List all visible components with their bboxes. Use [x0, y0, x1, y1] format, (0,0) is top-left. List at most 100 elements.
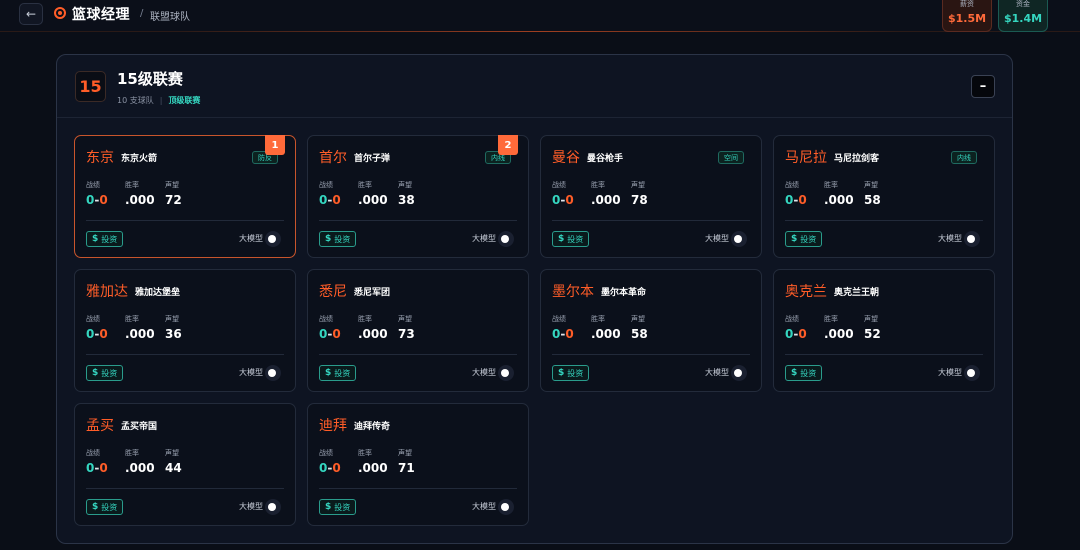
invest-button[interactable]: $ 投资: [319, 231, 357, 247]
team-name: 马尼拉剑客: [834, 154, 880, 164]
invest-button[interactable]: $ 投资: [552, 231, 590, 247]
reputation-label: 声望: [398, 181, 412, 189]
model-toggle[interactable]: [265, 499, 281, 515]
team-card[interactable]: 雅加达 雅加达堡垒 战绩 胜率 声望 0-0 .000 36 $ 投资 大模型: [74, 269, 296, 392]
team-count: 10 支球队: [117, 96, 154, 105]
invest-button[interactable]: $ 投资: [785, 365, 823, 381]
model-toggle[interactable]: [731, 231, 747, 247]
dollar-icon: $: [92, 234, 99, 244]
team-card[interactable]: 孟买 孟买帝国 战绩 胜率 声望 0-0 .000 44 $ 投资 大模型: [74, 403, 296, 526]
invest-label: 投资: [101, 368, 118, 378]
win-rate-value: .000: [125, 193, 155, 207]
dollar-icon: $: [92, 502, 99, 512]
funds-label: 资金: [1016, 0, 1030, 8]
team-city: 迪拜: [319, 418, 347, 434]
record-value: 0-0: [86, 327, 108, 341]
model-toggle[interactable]: [265, 231, 281, 247]
win-rate-value: .000: [125, 327, 155, 341]
model-label: 大模型: [239, 502, 263, 511]
dollar-icon: $: [325, 234, 332, 244]
dollar-icon: $: [791, 368, 798, 378]
losses: 0: [798, 327, 807, 341]
invest-button[interactable]: $ 投资: [86, 499, 124, 515]
model-toggle[interactable]: [964, 231, 980, 247]
model-toggle[interactable]: [265, 365, 281, 381]
team-card[interactable]: 马尼拉 马尼拉剑客 内线 战绩 胜率 声望 0-0 .000 58 $ 投资 大模型: [773, 135, 995, 258]
win-rate-value: .000: [591, 327, 621, 341]
team-city: 曼谷: [552, 150, 580, 166]
top-bar: ← 篮球经理 / 联盟球队 薪资 $1.5M 资金 $1.4M: [0, 0, 1080, 32]
team-card[interactable]: 墨尔本 墨尔本革命 战绩 胜率 声望 0-0 .000 58 $ 投资 大模型: [540, 269, 762, 392]
dollar-icon: $: [92, 368, 99, 378]
back-button[interactable]: ←: [19, 3, 43, 25]
model-label: 大模型: [938, 368, 962, 377]
losses: 0: [332, 193, 341, 207]
team-card[interactable]: 迪拜 迪拜传奇 战绩 胜率 声望 0-0 .000 71 $ 投资 大模型: [307, 403, 529, 526]
team-name: 曼谷枪手: [587, 154, 624, 164]
invest-button[interactable]: $ 投资: [86, 231, 124, 247]
team-card[interactable]: 奥克兰 奥克兰王朝 战绩 胜率 声望 0-0 .000 52 $ 投资 大模型: [773, 269, 995, 392]
win-rate-label: 胜率: [358, 315, 372, 323]
model-label: 大模型: [472, 234, 496, 243]
record-value: 0-0: [319, 327, 341, 341]
losses: 0: [332, 327, 341, 341]
invest-button[interactable]: $ 投资: [319, 365, 357, 381]
team-city: 雅加达: [86, 284, 128, 300]
invest-button[interactable]: $ 投资: [319, 499, 357, 515]
team-city: 悉尼: [319, 284, 347, 300]
record-value: 0-0: [319, 461, 341, 475]
record-label: 战绩: [785, 181, 799, 189]
invest-button[interactable]: $ 投资: [552, 365, 590, 381]
model-toggle[interactable]: [964, 365, 980, 381]
team-name: 首尔子弹: [354, 154, 391, 164]
team-name: 雅加达堡垒: [135, 288, 181, 298]
card-divider: [552, 354, 750, 355]
reputation-value: 72: [165, 193, 182, 207]
win-rate-value: .000: [358, 193, 388, 207]
team-style-tag: 空间: [718, 151, 744, 164]
invest-label: 投资: [334, 502, 351, 512]
invest-label: 投资: [567, 234, 584, 244]
team-card[interactable]: 曼谷 曼谷枪手 空间 战绩 胜率 声望 0-0 .000 78 $ 投资 大模型: [540, 135, 762, 258]
model-toggle[interactable]: [498, 365, 514, 381]
card-divider: [86, 488, 284, 489]
invest-button[interactable]: $ 投资: [785, 231, 823, 247]
record-label: 战绩: [86, 315, 100, 323]
record-value: 0-0: [86, 193, 108, 207]
invest-label: 投资: [334, 368, 351, 378]
invest-label: 投资: [800, 368, 817, 378]
losses: 0: [99, 461, 108, 475]
team-city: 墨尔本: [552, 284, 594, 300]
record-label: 战绩: [86, 181, 100, 189]
reputation-label: 声望: [398, 449, 412, 457]
team-name: 迪拜传奇: [354, 422, 391, 432]
model-toggle[interactable]: [731, 365, 747, 381]
reputation-label: 声望: [165, 181, 179, 189]
team-card[interactable]: 东京 东京火箭 防反 1 战绩 胜率 声望 0-0.000 72 $ 投资 大模型: [74, 135, 296, 258]
team-card[interactable]: 悉尼 悉尼军团 战绩 胜率 声望 0-0 .000 73 $ 投资 大模型: [307, 269, 529, 392]
collapse-button[interactable]: –: [971, 75, 995, 98]
reputation-label: 声望: [631, 315, 645, 323]
reputation-value: 58: [631, 327, 648, 341]
rank-badge: 2: [498, 135, 518, 155]
dollar-icon: $: [558, 368, 565, 378]
win-rate-value: .000: [824, 327, 854, 341]
model-toggle[interactable]: [498, 231, 514, 247]
record-value: 0-0: [785, 193, 807, 207]
win-rate-label: 胜率: [591, 315, 605, 323]
dollar-icon: $: [558, 234, 565, 244]
record-label: 战绩: [319, 181, 333, 189]
reputation-label: 声望: [864, 315, 878, 323]
team-name: 悉尼军团: [354, 288, 391, 298]
win-rate-label: 胜率: [125, 315, 139, 323]
league-panel: 15 15级联赛 10 支球队 | 顶级联赛 – 东京 东京火箭 防反 1 战绩 胜率 声望…: [56, 54, 1013, 544]
reputation-value: 52: [864, 327, 881, 341]
funds-value: $1.4M: [1003, 12, 1043, 25]
team-city: 马尼拉: [785, 150, 827, 166]
target-icon: [54, 7, 66, 19]
team-card[interactable]: 首尔 首尔子弹 内线 2 战绩 胜率 声望 0-0.000 38 $ 投资 大模型: [307, 135, 529, 258]
reputation-value: 78: [631, 193, 648, 207]
invest-button[interactable]: $ 投资: [86, 365, 124, 381]
model-toggle[interactable]: [498, 499, 514, 515]
breadcrumb[interactable]: 联盟球队: [150, 8, 190, 23]
